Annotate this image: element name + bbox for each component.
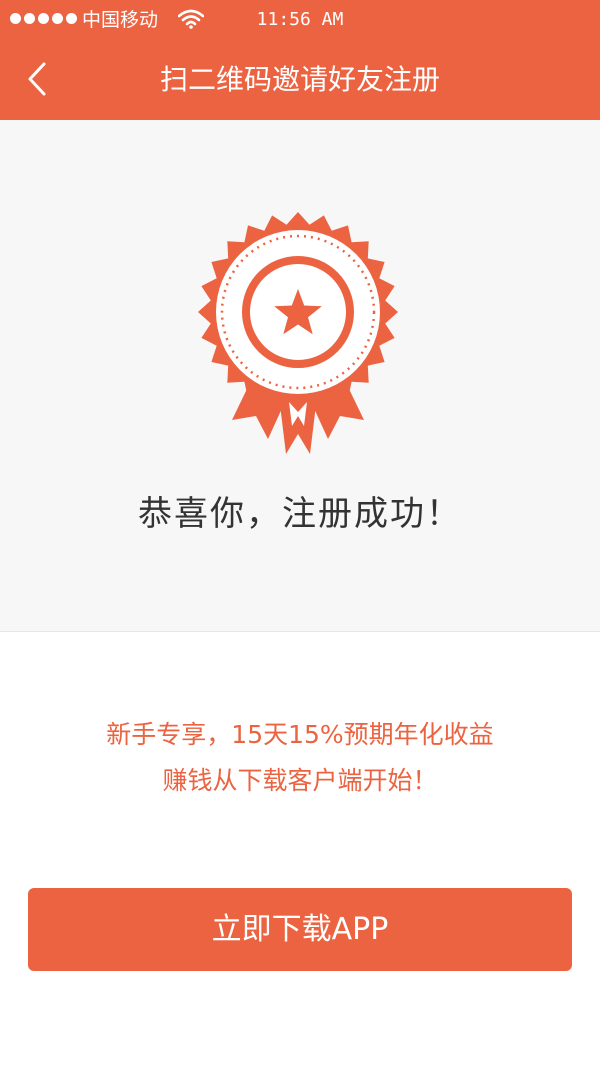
promo-line-2: 赚钱从下载客户端开始！: [162, 766, 438, 795]
promo-text: 新手专享，15天15%预期年化收益 赚钱从下载客户端开始！: [0, 712, 600, 804]
download-app-button[interactable]: 立即下载APP: [28, 888, 572, 971]
promo-line-1: 新手专享，15天15%预期年化收益: [106, 720, 494, 749]
success-panel: 恭喜你，注册成功！: [0, 120, 600, 632]
page-title: 扫二维码邀请好友注册: [159, 63, 440, 96]
nav-bar: 扫二维码邀请好友注册: [0, 40, 600, 120]
award-ribbon-star-icon: [198, 212, 398, 454]
success-message: 恭喜你，注册成功！: [138, 494, 462, 534]
status-time: 11:56 AM: [256, 9, 344, 30]
header: 中国移动 11:56 AM 扫二维码邀请好友注册: [0, 0, 600, 120]
status-bar: 中国移动 11:56 AM: [0, 0, 600, 40]
